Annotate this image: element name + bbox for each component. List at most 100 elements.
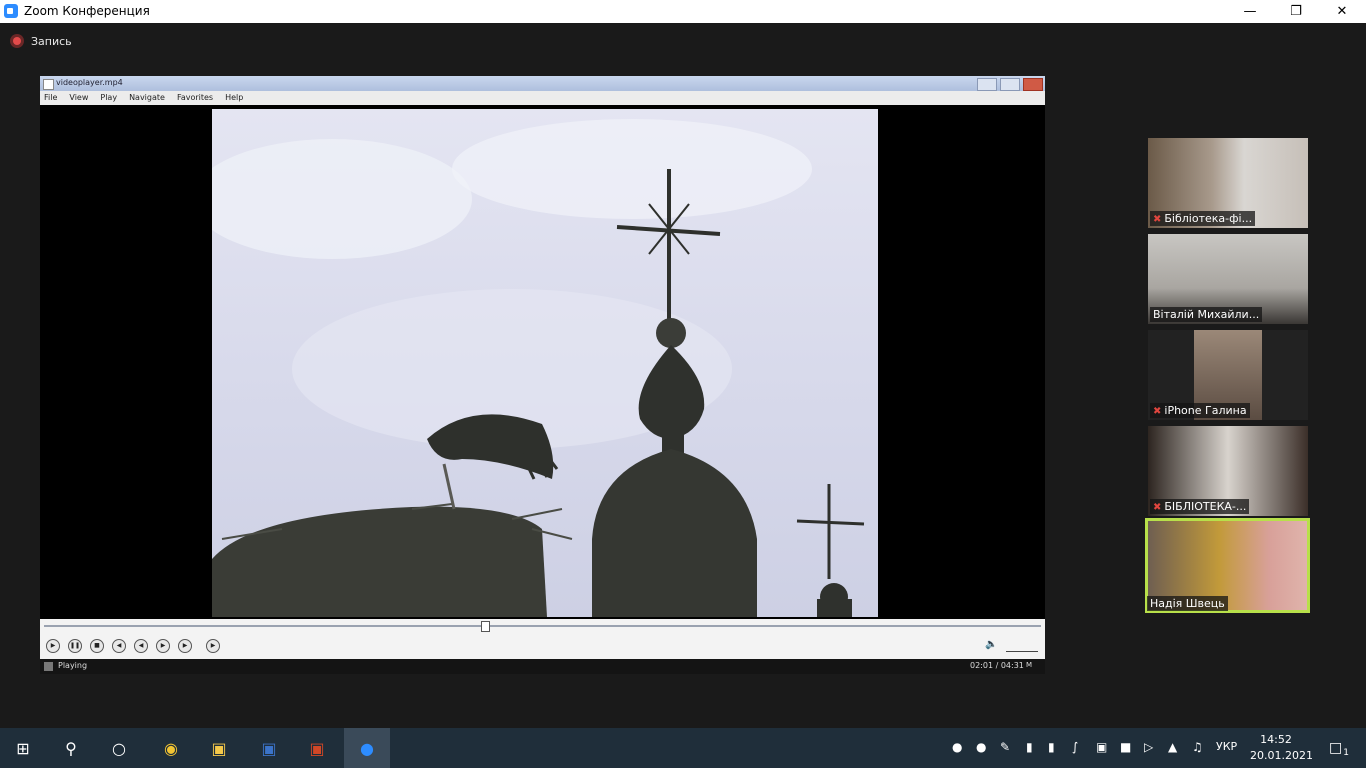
participant-tile-active[interactable]: Надія Швець xyxy=(1145,518,1310,613)
close-button[interactable]: ✕ xyxy=(1319,0,1365,23)
microphone-icon[interactable]: ▮ xyxy=(1048,740,1055,754)
menu-help[interactable]: Help xyxy=(225,91,243,105)
next-button[interactable]: ▶ xyxy=(178,639,192,653)
windows-start-icon: ⊞ xyxy=(16,738,30,758)
search-icon: ⚲ xyxy=(65,738,77,758)
participant-name-tag: Віталій Михайли... xyxy=(1150,307,1263,322)
powerpoint-icon: ▣ xyxy=(309,738,325,758)
recording-label: Запись xyxy=(31,34,72,48)
video-scene xyxy=(212,119,865,617)
menu-favorites[interactable]: Favorites xyxy=(177,91,213,105)
player-controls: ▶ ❚❚ ■ ◀ ◀ ▶ ▶ ▶ 🔈 xyxy=(40,619,1045,659)
search-button[interactable]: ⚲ xyxy=(48,728,94,768)
rewind-button[interactable]: ◀ xyxy=(134,639,148,653)
stop-button[interactable]: ■ xyxy=(90,639,104,653)
frame-step-icon: ▶ xyxy=(210,642,216,649)
usb-icon[interactable]: ▮ xyxy=(1026,740,1033,754)
participant-name-tag: ✖ Бібліотека-фі... xyxy=(1150,211,1256,226)
menu-file[interactable]: File xyxy=(44,91,57,105)
zoom-app-icon xyxy=(4,4,18,18)
volume-tray-icon[interactable]: ♫ xyxy=(1192,740,1203,754)
fast-forward-button[interactable]: ▶ xyxy=(156,639,170,653)
minimize-icon: — xyxy=(1243,4,1257,19)
player-title-bar: videoplayer.mp4 xyxy=(40,76,1045,91)
stop-icon: ■ xyxy=(94,642,100,649)
participant-name-tag: Надія Швець xyxy=(1147,596,1228,611)
muted-mic-icon: ✖ xyxy=(1153,214,1162,225)
player-menu-bar: File View Play Navigate Favorites Help xyxy=(40,91,1045,105)
task-view-icon: ○ xyxy=(112,738,126,758)
zoom-taskbar-button[interactable]: ● xyxy=(344,728,390,768)
player-maximize-button[interactable] xyxy=(1000,78,1020,91)
seek-bar[interactable] xyxy=(44,621,1041,632)
clock-time: 14:52 xyxy=(1260,733,1292,746)
volume-icon[interactable]: 🔈 xyxy=(985,639,997,650)
minimize-button[interactable]: — xyxy=(1227,0,1273,23)
frame-step-button[interactable]: ▶ xyxy=(206,639,220,653)
participant-name-tag: ✖ БІБЛІОТЕКА-... xyxy=(1150,499,1250,514)
playback-time: 02:01 / 04:31 xyxy=(970,661,1024,670)
play-icon: ▶ xyxy=(50,642,56,649)
menu-view[interactable]: View xyxy=(69,91,88,105)
recording-indicator[interactable]: Запись xyxy=(10,34,72,48)
battery-icon[interactable]: ▣ xyxy=(1096,740,1107,754)
recording-icon xyxy=(10,34,24,48)
wifi-off-icon[interactable]: ▲ xyxy=(1168,740,1177,754)
powerpoint-button[interactable]: ▣ xyxy=(294,728,340,768)
participant-tile[interactable]: ✖ БІБЛІОТЕКА-... xyxy=(1148,426,1308,516)
maximize-button[interactable]: ❐ xyxy=(1273,0,1319,23)
window-title: Zoom Конференция xyxy=(24,4,150,18)
volume-slider[interactable] xyxy=(1006,643,1038,652)
chrome-button[interactable]: ◉ xyxy=(148,728,194,768)
next-icon: ▶ xyxy=(182,642,188,649)
participant-tile[interactable]: ✖ Бібліотека-фі... xyxy=(1148,138,1308,228)
status-icon xyxy=(44,662,53,671)
file-explorer-icon: ▣ xyxy=(211,738,227,758)
participant-tile[interactable]: Віталій Михайли... xyxy=(1148,234,1308,324)
menu-play[interactable]: Play xyxy=(100,91,117,105)
word-button[interactable]: ▣ xyxy=(246,728,292,768)
taskbar: ⊞ ⚲ ○ ◉ ▣ ▣ ▣ ● ● ● ✎ ▮ ▮ ∫ ▣ ■ ▷ ▲ ♫ УК… xyxy=(0,728,1366,768)
windows-start-button[interactable]: ⊞ xyxy=(0,728,46,768)
zoom-icon: ● xyxy=(360,738,374,758)
player-app-icon xyxy=(43,79,54,90)
discord-icon[interactable]: ● xyxy=(952,740,962,754)
muted-mic-icon: ✖ xyxy=(1153,406,1162,417)
pause-icon: ❚❚ xyxy=(69,642,81,649)
security-icon[interactable]: ■ xyxy=(1120,740,1131,754)
shared-screen: videoplayer.mp4 File View Play Navigate … xyxy=(40,76,1045,674)
video-frame xyxy=(212,109,878,617)
playback-status: Playing xyxy=(58,661,88,670)
bluetooth-icon[interactable]: ∫ xyxy=(1072,740,1078,754)
language-indicator[interactable]: УКР xyxy=(1216,740,1237,753)
network-icon[interactable]: ▷ xyxy=(1144,740,1153,754)
file-explorer-button[interactable]: ▣ xyxy=(196,728,242,768)
play-button[interactable]: ▶ xyxy=(46,639,60,653)
close-icon: ✕ xyxy=(1336,4,1348,19)
menu-navigate[interactable]: Navigate xyxy=(129,91,165,105)
rewind-icon: ◀ xyxy=(138,642,144,649)
previous-button[interactable]: ◀ xyxy=(112,639,126,653)
video-area[interactable] xyxy=(40,105,1045,619)
maximize-icon: ❐ xyxy=(1290,4,1302,19)
task-view-button[interactable]: ○ xyxy=(96,728,142,768)
seek-knob[interactable] xyxy=(481,621,490,632)
notification-icon: □ xyxy=(1329,740,1343,756)
fast-forward-icon: ▶ xyxy=(160,642,166,649)
participant-name-tag: ✖ iPhone Галина xyxy=(1150,403,1250,418)
zoom-title-bar: Zoom Конференция — ❐ ✕ xyxy=(0,0,1366,23)
clock-date: 20.01.2021 xyxy=(1250,749,1313,762)
zoom-tray-icon[interactable]: ● xyxy=(976,740,986,754)
player-minimize-button[interactable] xyxy=(977,78,997,91)
player-status-bar: Playing 02:01 / 04:31 M xyxy=(40,659,1045,674)
previous-icon: ◀ xyxy=(116,642,122,649)
player-close-button[interactable] xyxy=(1023,78,1043,91)
player-title: videoplayer.mp4 xyxy=(56,78,123,87)
participant-tile[interactable]: ✖ iPhone Галина xyxy=(1148,330,1308,420)
pause-button[interactable]: ❚❚ xyxy=(68,639,82,653)
playback-mode: M xyxy=(1026,661,1033,669)
pen-icon[interactable]: ✎ xyxy=(1000,740,1010,754)
notifications-button[interactable]: □ 1 xyxy=(1316,728,1362,768)
system-clock[interactable]: 14:52 20.01.2021 xyxy=(1250,732,1313,764)
word-icon: ▣ xyxy=(261,738,277,758)
